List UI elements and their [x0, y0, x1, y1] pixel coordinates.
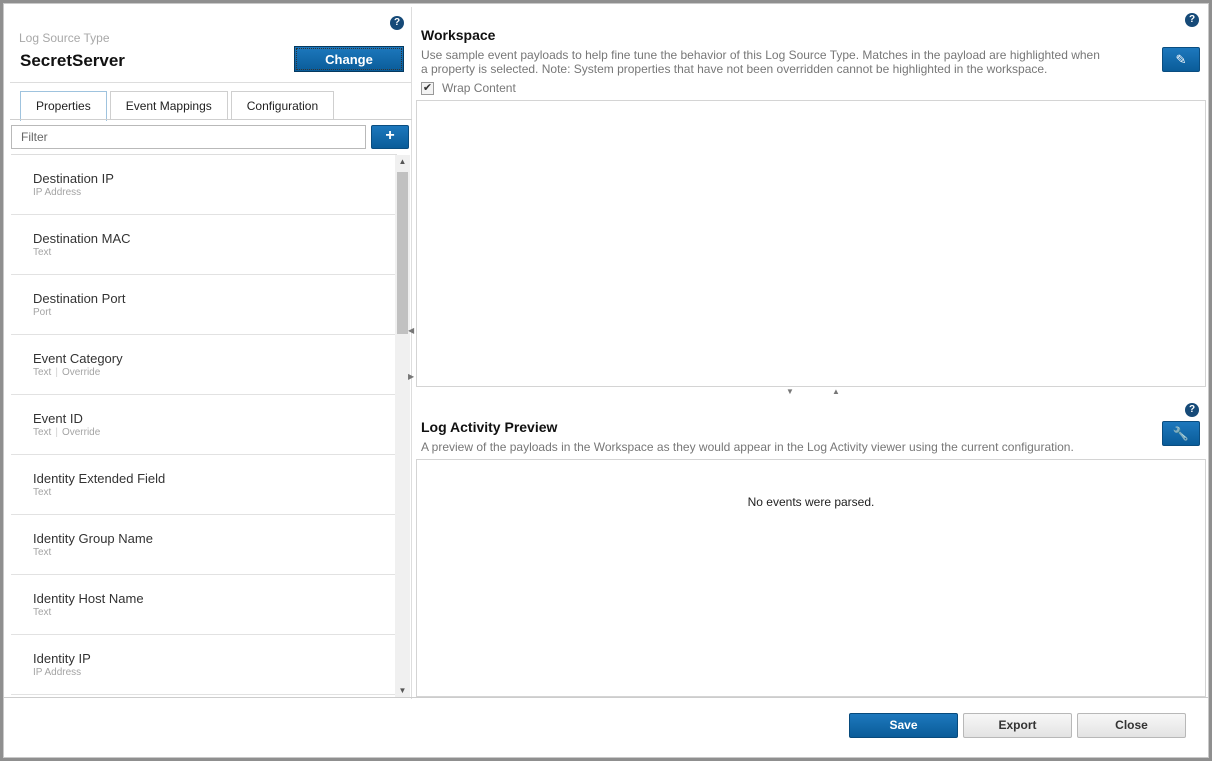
property-name: Identity Extended Field — [33, 471, 166, 486]
export-button[interactable]: Export — [963, 713, 1072, 738]
expand-right-icon[interactable]: ▶ — [408, 372, 414, 381]
empty-message: No events were parsed. — [747, 495, 875, 509]
list-item[interactable]: Destination IP IP Address — [11, 155, 397, 215]
property-list: Destination IP IP Address Destination MA… — [11, 154, 397, 699]
override-tag: Override — [61, 427, 101, 438]
workspace-textarea[interactable] — [416, 100, 1206, 387]
list-item[interactable]: Identity Extended Field Text — [11, 455, 397, 515]
log-activity-preview-title: Log Activity Preview — [421, 419, 558, 435]
help-icon[interactable]: ? — [1185, 13, 1199, 27]
list-item[interactable]: Identity Group Name Text — [11, 515, 397, 575]
help-icon[interactable]: ? — [390, 16, 404, 30]
property-type: IP Address — [33, 667, 82, 678]
close-button[interactable]: Close — [1077, 713, 1186, 738]
wrap-content-label: Wrap Content — [442, 81, 516, 95]
wrap-content-row: ✔ Wrap Content — [421, 81, 516, 95]
workspace-title: Workspace — [421, 27, 496, 43]
tab-configuration[interactable]: Configuration — [230, 91, 335, 120]
collapse-left-icon[interactable]: ◀ — [408, 326, 414, 335]
scroll-thumb[interactable] — [397, 172, 408, 334]
property-name: Destination MAC — [33, 231, 131, 246]
property-type: Text — [33, 487, 52, 498]
collapse-up-icon[interactable]: ▲ — [832, 387, 840, 396]
property-type: IP Address — [33, 187, 82, 198]
add-property-button[interactable]: + — [371, 125, 409, 149]
tab-bar: Properties Event Mappings Configuration — [20, 91, 335, 121]
list-item[interactable]: Identity Host Name Text — [11, 575, 397, 635]
list-item[interactable]: Event ID Text | Override — [11, 395, 397, 455]
property-type: Port — [33, 307, 52, 318]
pencil-icon: ✎ — [1175, 52, 1187, 67]
list-item[interactable]: Event Category Text | Override — [11, 335, 397, 395]
list-item[interactable]: Destination Port Port — [11, 275, 397, 335]
property-type: Text — [33, 547, 52, 558]
wrench-icon: 🔧 — [1172, 426, 1190, 441]
property-name: Destination Port — [33, 291, 126, 306]
wrap-content-checkbox[interactable]: ✔ — [421, 81, 434, 95]
property-list-scrollbar[interactable]: ▲ ▼ — [395, 155, 410, 698]
log-activity-preview-description: A preview of the payloads in the Workspa… — [421, 440, 1074, 454]
change-button[interactable]: Change — [294, 46, 404, 72]
property-name: Event Category — [33, 351, 123, 366]
scroll-up-icon[interactable]: ▲ — [395, 155, 410, 169]
tab-event-mappings[interactable]: Event Mappings — [109, 91, 228, 120]
list-item[interactable]: Identity IP IP Address — [11, 635, 397, 695]
log-activity-preview-area: No events were parsed. — [416, 459, 1206, 697]
log-source-type-dialog: ? Log Source Type SecretServer Change Pr… — [3, 3, 1209, 758]
left-panel: ? Log Source Type SecretServer Change Pr… — [7, 7, 412, 699]
property-name: Event ID — [33, 411, 83, 426]
log-source-type-name: SecretServer — [20, 51, 125, 70]
property-type: Text — [33, 607, 52, 618]
override-tag: Override — [61, 367, 101, 378]
edit-workspace-button[interactable]: ✎ — [1162, 47, 1200, 72]
tab-properties[interactable]: Properties — [20, 91, 107, 121]
log-source-type-label: Log Source Type — [19, 31, 110, 45]
workspace-description: Use sample event payloads to help fine t… — [421, 48, 1100, 76]
property-type: Text | Override — [33, 427, 101, 438]
footer-divider — [4, 697, 1208, 698]
help-icon[interactable]: ? — [1185, 403, 1199, 417]
property-type: Text — [33, 247, 52, 258]
property-name: Identity Group Name — [33, 531, 153, 546]
save-button[interactable]: Save — [849, 713, 958, 738]
property-name: Identity Host Name — [33, 591, 144, 606]
list-item[interactable]: Destination MAC Text — [11, 215, 397, 275]
property-name: Destination IP — [33, 171, 114, 186]
collapse-down-icon[interactable]: ▼ — [786, 387, 794, 396]
property-name: Identity IP — [33, 651, 91, 666]
tabs-divider — [10, 119, 412, 120]
divider — [10, 82, 412, 83]
scroll-down-icon[interactable]: ▼ — [395, 684, 410, 698]
property-type: Text | Override — [33, 367, 101, 378]
filter-input[interactable] — [11, 125, 366, 149]
preview-settings-button[interactable]: 🔧 — [1162, 421, 1200, 446]
